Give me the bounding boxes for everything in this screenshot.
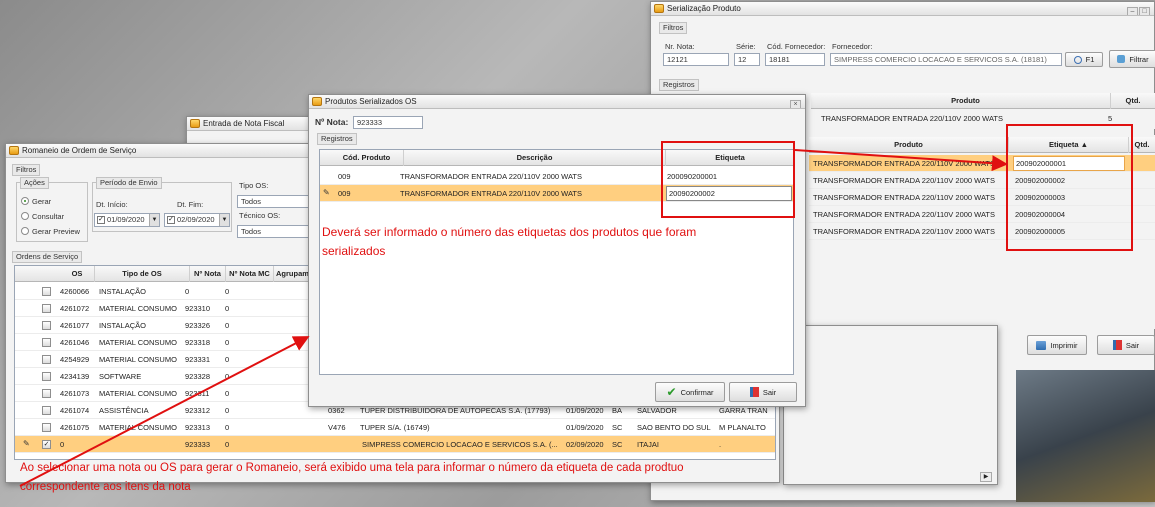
annotation-arrows [19,149,1008,487]
annotation-bottom-line1: Ao selecionar uma nota ou OS para gerar … [20,462,684,474]
annotation-middle-line1: Deverá ser informado o número das etique… [322,225,697,239]
annotation-middle-line2: serializados [322,244,386,258]
annotation-bottom-line2: correspondente aos itens da nota [20,481,191,493]
arrow-to-serializacao [794,149,1008,172]
